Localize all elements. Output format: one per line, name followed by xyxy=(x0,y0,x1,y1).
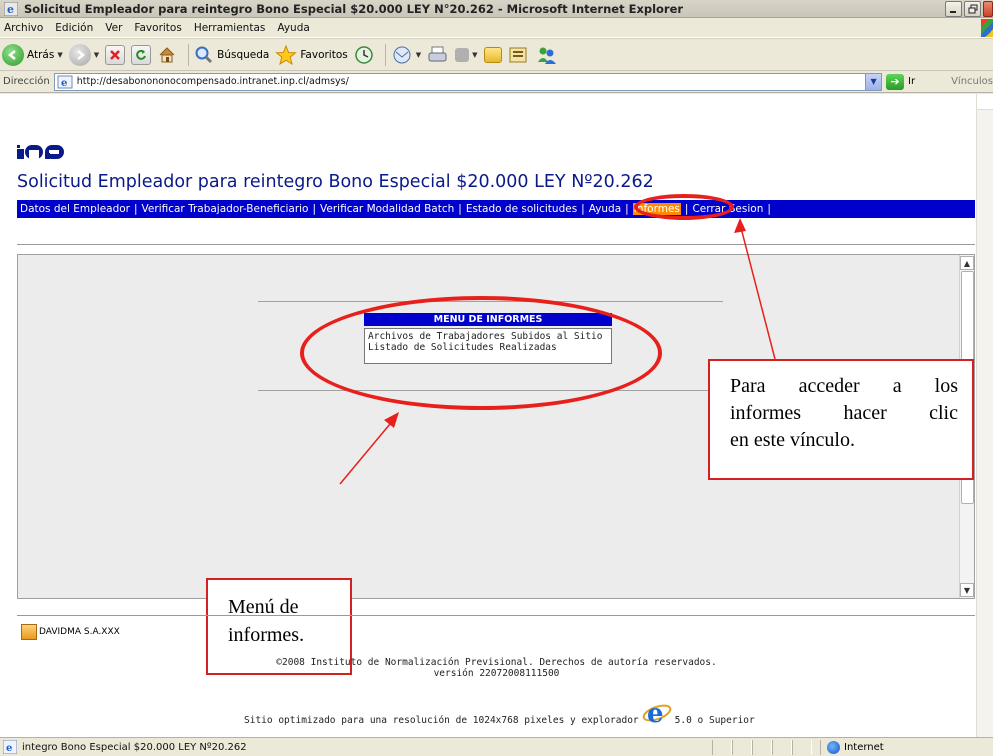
edit-button[interactable]: ▼ xyxy=(455,47,478,62)
globe-icon xyxy=(827,741,840,754)
history-button[interactable] xyxy=(354,45,374,65)
search-icon xyxy=(195,46,213,63)
menu-herramientas[interactable]: Herramientas xyxy=(194,22,266,34)
favorites-button[interactable]: Favoritos xyxy=(275,44,348,65)
messenger-button[interactable] xyxy=(536,45,558,65)
window-title: Solicitud Empleador para reintegro Bono … xyxy=(24,1,684,16)
page-viewport: Solicitud Empleador para reintegro Bono … xyxy=(0,94,993,737)
windows-logo-icon xyxy=(981,19,993,37)
minimize-button[interactable] xyxy=(945,1,962,17)
edit-icon xyxy=(455,47,470,62)
svg-text:e: e xyxy=(647,699,664,726)
menu-edicion[interactable]: Edición xyxy=(55,22,93,34)
search-label: Búsqueda xyxy=(217,48,270,61)
status-bar: e integro Bono Especial $20.000 LEY Nº20… xyxy=(0,737,993,756)
browser-window: e Solicitud Empleador para reintegro Bon… xyxy=(0,0,993,756)
search-button[interactable]: Búsqueda xyxy=(194,45,269,65)
go-arrow-icon: ➔ xyxy=(886,73,905,90)
zone-label: Internet xyxy=(844,742,884,753)
chevron-down-icon[interactable]: ▼ xyxy=(94,51,99,59)
divider xyxy=(17,615,975,616)
address-label: Dirección xyxy=(3,76,50,87)
chevron-down-icon[interactable]: ▼ xyxy=(472,51,477,59)
toolbar: Atrás ▼ ▼ Búsqueda Favoritos ▼ ▼ xyxy=(0,38,993,71)
discuss-button[interactable] xyxy=(483,46,502,63)
optimized-text-post: 5.0 o Superior xyxy=(674,715,755,726)
favorites-label: Favoritos xyxy=(300,48,348,61)
mail-icon xyxy=(393,46,411,63)
user-name: DAVIDMA S.A.XXX xyxy=(39,627,120,637)
stop-icon xyxy=(105,44,126,65)
restore-button[interactable] xyxy=(964,1,981,17)
svg-text:e: e xyxy=(61,78,67,89)
callout-informes: Para acceder a los informes hacer clic e… xyxy=(708,359,974,480)
address-bar: Dirección e http://desabonononocompensad… xyxy=(0,71,993,93)
title-bar: e Solicitud Empleador para reintegro Bon… xyxy=(0,0,993,18)
status-text: integro Bono Especial $20.000 LEY Nº20.2… xyxy=(22,741,247,753)
research-button[interactable] xyxy=(508,45,530,65)
star-icon xyxy=(275,44,298,65)
folder-icon xyxy=(483,46,502,63)
back-arrow-icon xyxy=(2,43,24,66)
menu-bar: Archivo Edición Ver Favoritos Herramient… xyxy=(0,18,993,38)
optimized-text-pre: Sitio optimizado para una resolución de … xyxy=(244,715,639,726)
refresh-icon xyxy=(131,44,152,65)
home-button[interactable] xyxy=(157,45,177,65)
links-label[interactable]: Vínculos xyxy=(951,76,993,87)
ie-logo-icon: e xyxy=(642,699,671,726)
go-button[interactable]: ➔ Ir xyxy=(886,73,916,90)
chevron-down-icon[interactable]: ▼ xyxy=(865,73,882,90)
user-icon xyxy=(21,624,37,640)
back-button[interactable]: Atrás ▼ xyxy=(2,43,63,66)
menu-favoritos[interactable]: Favoritos xyxy=(134,22,181,34)
close-button[interactable] xyxy=(983,1,993,17)
home-icon xyxy=(157,45,177,65)
menu-ver[interactable]: Ver xyxy=(105,22,122,34)
forward-arrow-icon xyxy=(68,43,91,66)
back-label: Atrás xyxy=(27,48,55,61)
mail-button[interactable]: ▼ xyxy=(391,45,421,65)
menu-archivo[interactable]: Archivo xyxy=(4,22,43,34)
optimized-note: Sitio optimizado para una resolución de … xyxy=(244,698,755,726)
security-zone: Internet xyxy=(820,740,884,755)
version-text: versión 22072008111500 xyxy=(433,668,560,679)
svg-text:e: e xyxy=(7,3,14,16)
history-icon xyxy=(355,45,373,64)
messenger-icon xyxy=(537,47,556,64)
menu-ayuda[interactable]: Ayuda xyxy=(277,22,309,34)
copyright-text: ©2008 Instituto de Normalización Previsi… xyxy=(276,657,717,668)
chevron-down-icon[interactable]: ▼ xyxy=(57,51,62,59)
ie-icon: e xyxy=(4,1,18,16)
page-icon: e xyxy=(3,740,17,754)
research-icon xyxy=(509,47,527,62)
refresh-button[interactable] xyxy=(131,44,152,65)
stop-button[interactable] xyxy=(105,44,126,65)
user-info: DAVIDMA S.A.XXX xyxy=(21,624,120,640)
go-label: Ir xyxy=(908,76,916,87)
address-url: http://desabonononocompensado.intranet.i… xyxy=(76,76,349,87)
print-button[interactable] xyxy=(427,45,449,65)
svg-text:e: e xyxy=(6,743,12,754)
address-input[interactable]: e http://desabonononocompensado.intranet… xyxy=(53,72,883,91)
chevron-down-icon[interactable]: ▼ xyxy=(416,51,421,59)
printer-icon xyxy=(428,46,447,61)
forward-button[interactable]: ▼ xyxy=(68,43,99,66)
page-icon: e xyxy=(57,75,73,89)
